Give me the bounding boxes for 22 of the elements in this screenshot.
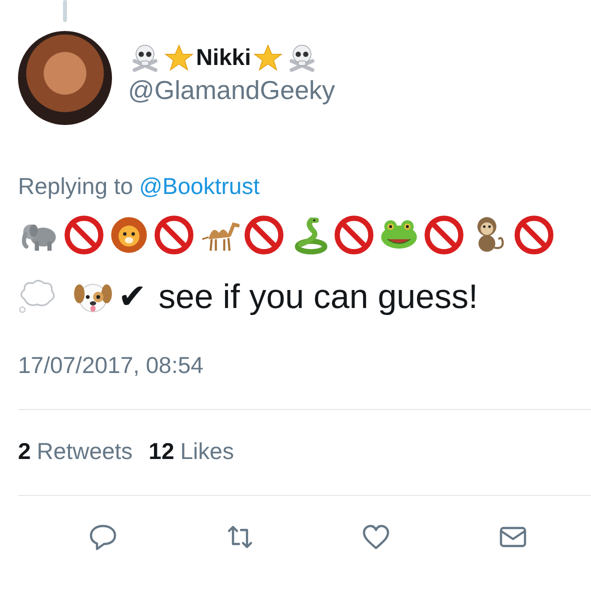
replying-label: Replying to xyxy=(18,173,134,200)
star-icon xyxy=(252,42,283,72)
prohibited-sign-icon xyxy=(333,214,375,256)
skull-crossbones-icon xyxy=(286,42,317,72)
prohibited-sign-icon xyxy=(423,214,465,256)
star-icon xyxy=(164,42,194,72)
check-mark: ✔ xyxy=(118,277,146,317)
stat-count[interactable]: 2 xyxy=(18,438,31,465)
user-name[interactable]: Nikki xyxy=(196,44,251,71)
user-handle[interactable]: @GlamandGeeky xyxy=(128,74,336,106)
skull-crossbones-icon xyxy=(130,42,160,72)
lion-icon xyxy=(108,214,150,256)
stat-count[interactable]: 12 xyxy=(148,438,174,465)
prohibited-sign-icon xyxy=(513,214,555,256)
stat-label[interactable]: Retweets xyxy=(36,438,133,465)
prohibited-sign-icon xyxy=(153,214,195,256)
tweet-timestamp: 17/07/2017, 08:54 xyxy=(18,352,204,379)
stat-label[interactable]: Likes xyxy=(180,438,234,465)
mention-link[interactable]: @Booktrust xyxy=(139,173,260,200)
tweet-text: see if you can guess! xyxy=(158,278,478,316)
prohibited-sign-icon xyxy=(243,214,285,256)
prohibited-sign-icon xyxy=(63,214,105,256)
